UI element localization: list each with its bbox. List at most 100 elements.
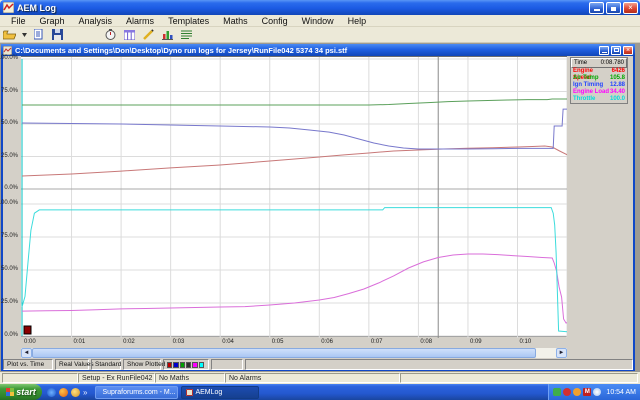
task-button-supraforums[interactable]: Supraforums.com - M...	[95, 386, 178, 399]
y-tick-label: 0.0%	[4, 332, 18, 338]
pencil-button[interactable]	[140, 28, 157, 42]
series-engine-speed	[22, 146, 567, 176]
x-tick-label: 0:01	[74, 339, 86, 345]
channel-value: 34.40	[610, 89, 625, 96]
tray-shield-icon[interactable]	[553, 388, 561, 396]
legend-box: Time 0:08.780 Engine Speed 6426 Air Temp…	[570, 57, 628, 104]
chart-button[interactable]	[159, 28, 176, 42]
x-tick-label: 0:03	[173, 339, 185, 345]
channel-swatch[interactable]	[173, 362, 178, 368]
menu-config[interactable]: Config	[255, 16, 295, 26]
menu-help[interactable]: Help	[341, 16, 374, 26]
app-icon	[3, 2, 14, 13]
menubar: File Graph Analysis Alarms Templates Mat…	[0, 15, 640, 27]
x-tick-label: 0:06	[321, 339, 333, 345]
y-tick-label: 50.0%	[1, 120, 18, 126]
doc-minimize-button[interactable]	[599, 46, 609, 55]
y-tick-label: 0.0%	[4, 185, 18, 191]
tray-network-icon[interactable]	[593, 388, 601, 396]
plot-area[interactable]	[21, 56, 567, 337]
channel-value: 105.8	[610, 75, 625, 82]
y-tick-label: 25.0%	[1, 299, 18, 305]
doc-titlebar[interactable]: C:\Documents and Settings\Don\Desktop\Dy…	[1, 44, 635, 56]
menu-window[interactable]: Window	[295, 16, 341, 26]
scroll-right-button[interactable]: ►	[556, 348, 567, 358]
report-icon	[34, 29, 43, 40]
doc-close-button[interactable]: ×	[623, 46, 633, 55]
menu-file[interactable]: File	[4, 16, 33, 26]
show-plotted-field[interactable]: Show Plotted	[123, 359, 161, 370]
app-shortcut-icon[interactable]	[71, 388, 80, 397]
menu-analysis[interactable]: Analysis	[72, 16, 120, 26]
ie-icon[interactable]	[47, 388, 56, 397]
status-bar: Setup - Ex RunFile042 5374 No Maths No A…	[0, 372, 640, 384]
plot-mode-field[interactable]: Plot vs. Time	[3, 359, 53, 370]
bar-chart-icon	[162, 29, 173, 40]
menu-templates[interactable]: Templates	[161, 16, 216, 26]
menu-graph[interactable]: Graph	[33, 16, 72, 26]
restore-button[interactable]	[606, 2, 621, 14]
status-setup-field: Setup - Ex RunFile042 5374	[78, 373, 155, 383]
list-button[interactable]	[178, 28, 195, 42]
series-air-temp	[22, 99, 567, 105]
aemlog-icon	[186, 389, 193, 396]
save-icon	[52, 29, 63, 40]
tray-red-icon[interactable]	[563, 388, 571, 396]
windows-flag-icon	[6, 388, 14, 396]
time-label: Time	[574, 60, 587, 66]
doc-icon	[3, 46, 12, 55]
task-button-aemlog[interactable]: AEMLog	[181, 386, 259, 399]
chevron-more-icon[interactable]: »	[83, 388, 87, 397]
list-icon	[181, 30, 192, 39]
y-tick-label: 100.0%	[0, 55, 18, 61]
status-maths-field: No Maths	[155, 373, 225, 383]
y-tick-label: 75.0%	[1, 233, 18, 239]
time-value: 0:08.780	[601, 60, 624, 66]
channel-label: Ign Timing	[573, 82, 603, 89]
log-start-marker	[24, 326, 31, 334]
doc-maximize-button[interactable]	[611, 46, 621, 55]
start-button[interactable]: start	[0, 384, 42, 400]
firefox-icon[interactable]	[59, 388, 68, 397]
table-icon	[124, 30, 135, 40]
open-file-button[interactable]	[1, 28, 18, 42]
open-file-icon	[3, 30, 16, 40]
stopwatch-icon	[105, 29, 116, 40]
scrollbar-thumb[interactable]	[32, 348, 536, 358]
tray-orange-icon[interactable]	[573, 388, 581, 396]
save-button[interactable]	[49, 28, 66, 42]
channel-value: 100.0	[610, 96, 625, 103]
open-dropdown-button[interactable]	[20, 28, 28, 42]
menu-alarms[interactable]: Alarms	[119, 16, 161, 26]
close-button[interactable]: ×	[623, 2, 638, 14]
legend-row-ign-timing: Ign Timing 12.88	[571, 82, 627, 89]
report-button[interactable]	[30, 28, 47, 42]
legend-row-air-temp: Air Temp 105.8	[571, 75, 627, 82]
chart-canvas	[21, 57, 567, 338]
main-titlebar: AEM Log ×	[0, 0, 640, 15]
y-tick-label: 50.0%	[1, 266, 18, 272]
tray-m-icon[interactable]: M	[583, 388, 591, 396]
values-mode-field[interactable]: Real Values	[55, 359, 89, 370]
y-tick-label: 100.0%	[0, 200, 18, 206]
window-title: AEM Log	[17, 3, 589, 13]
channel-color-swatches[interactable]	[163, 359, 209, 370]
table-button[interactable]	[121, 28, 138, 42]
channel-swatch[interactable]	[180, 362, 185, 368]
minimize-button[interactable]	[589, 2, 604, 14]
dropdown-arrow-icon	[22, 33, 27, 37]
channel-swatch[interactable]	[186, 362, 191, 368]
menu-maths[interactable]: Maths	[216, 16, 255, 26]
x-tick-label: 0:07	[371, 339, 383, 345]
doc-title: C:\Documents and Settings\Don\Desktop\Dy…	[15, 46, 599, 55]
channel-swatch[interactable]	[199, 362, 204, 368]
horizontal-scrollbar[interactable]: ◄ ►	[21, 348, 567, 358]
scroll-left-button[interactable]: ◄	[21, 348, 32, 358]
clock: 10:54 AM	[606, 389, 636, 396]
channel-swatch[interactable]	[167, 362, 172, 368]
channel-swatch[interactable]	[192, 362, 197, 368]
y-tick-label: 75.0%	[1, 88, 18, 94]
standard-field[interactable]: Standard	[91, 359, 121, 370]
toolbar	[0, 27, 640, 43]
stopwatch-button[interactable]	[102, 28, 119, 42]
